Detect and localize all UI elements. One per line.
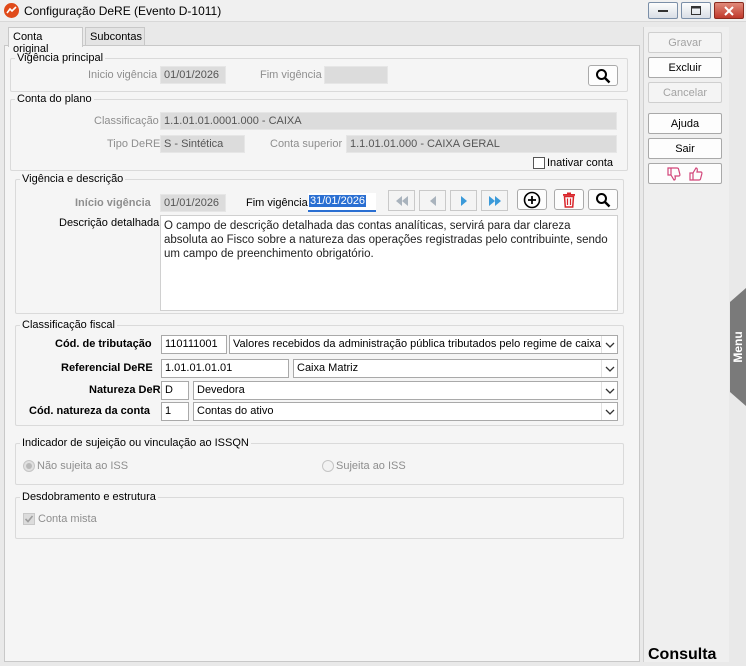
chevron-down-icon — [601, 403, 617, 420]
search-button[interactable] — [588, 65, 618, 86]
feedback-button[interactable] — [648, 163, 722, 184]
inicio-vigencia-label: Inicio vigência — [88, 69, 158, 81]
conta-superior-field: 1.1.01.01.000 - CAIXA GERAL — [346, 135, 617, 153]
classificacao-label: Classificação — [94, 115, 159, 127]
prev-button[interactable] — [419, 190, 446, 211]
ajuda-button[interactable]: Ajuda — [648, 113, 722, 134]
first-icon — [395, 195, 408, 206]
inativar-conta-checkbox[interactable] — [533, 157, 545, 169]
cod-natureza-conta-input[interactable]: 1 — [161, 402, 189, 421]
natureza-dere-label: Natureza DeRE — [89, 384, 168, 396]
classificacao-field: 1.1.01.01.0001.000 - CAIXA — [160, 112, 617, 130]
thumbs-up-icon — [689, 166, 703, 181]
last-icon — [488, 195, 501, 206]
referencial-dere-label: Referencial DeRE — [61, 362, 153, 374]
trash-icon — [563, 192, 575, 208]
inicio-vigencia-desc-field: 01/01/2026 — [160, 194, 226, 212]
title-bar: Configuração DeRE (Evento D-1011) — [0, 0, 746, 22]
inativar-conta-label: Inativar conta — [547, 157, 614, 169]
nao-sujeita-label: Não sujeita ao ISS — [37, 460, 129, 472]
tab-conta-original[interactable]: Conta original — [8, 27, 83, 55]
next-icon — [460, 195, 467, 206]
desdobramento-title: Desdobramento e estrutura — [20, 491, 158, 503]
maximize-button[interactable] — [681, 2, 711, 19]
next-button[interactable] — [450, 190, 477, 211]
delete-button[interactable] — [554, 189, 584, 210]
minimize-button[interactable] — [648, 2, 678, 19]
issqn-title: Indicador de sujeição ou vinculação ao I… — [20, 437, 251, 449]
fim-vigencia-field — [324, 66, 388, 84]
cod-tributacao-label: Cód. de tributação — [55, 338, 152, 350]
cod-tributacao-input[interactable]: 110111001 — [161, 335, 227, 354]
add-icon — [523, 191, 541, 208]
tipo-dere-field: S - Sintética — [160, 135, 245, 153]
close-button[interactable] — [714, 2, 744, 19]
window-title: Configuração DeRE (Evento D-1011) — [24, 4, 222, 18]
tipo-dere-label: Tipo DeRE — [107, 138, 161, 150]
tab-subcontas[interactable]: Subcontas — [85, 27, 145, 46]
chevron-down-icon — [601, 382, 617, 399]
search-desc-button[interactable] — [588, 189, 618, 210]
nao-sujeita-radio[interactable] — [23, 460, 35, 472]
fim-vigencia-desc-input[interactable]: 31/01/2026 — [308, 193, 376, 212]
first-button[interactable] — [388, 190, 415, 211]
cod-natureza-conta-desc: Contas do ativo — [197, 405, 274, 417]
chevron-down-icon — [601, 360, 617, 377]
descricao-detalhada-textarea[interactable]: O campo de descrição detalhada das conta… — [160, 215, 618, 311]
menu-tab[interactable]: Menu — [730, 288, 746, 406]
app-icon — [4, 3, 19, 18]
fim-vigencia-desc-label: Fim vigência — [246, 197, 308, 209]
cod-natureza-conta-combo[interactable]: Contas do ativo — [193, 402, 618, 421]
natureza-dere-desc: Devedora — [197, 384, 245, 396]
chevron-down-icon — [601, 336, 617, 353]
cod-tributacao-desc: Valores recebidos da administração públi… — [233, 338, 601, 350]
referencial-dere-input[interactable]: 1.01.01.01.01 — [161, 359, 289, 378]
last-button[interactable] — [481, 190, 508, 211]
referencial-dere-combo[interactable]: Caixa Matriz — [293, 359, 618, 378]
cod-natureza-conta-label: Cód. natureza da conta — [29, 405, 151, 417]
desdobramento-group — [15, 497, 624, 539]
sujeita-radio[interactable] — [322, 460, 334, 472]
vigencia-descricao-title: Vigência e descrição — [20, 173, 126, 185]
descricao-detalhada-label: Descrição detalhada — [59, 217, 160, 229]
sair-button[interactable]: Sair — [648, 138, 722, 159]
natureza-dere-combo[interactable]: Devedora — [193, 381, 618, 400]
gravar-button[interactable]: Gravar — [648, 32, 722, 53]
cancelar-button[interactable]: Cancelar — [648, 82, 722, 103]
natureza-dere-input[interactable]: D — [161, 381, 189, 400]
classificacao-fiscal-title: Classificação fiscal — [20, 319, 117, 331]
conta-superior-label: Conta superior — [270, 138, 343, 150]
sujeita-label: Sujeita ao ISS — [336, 460, 406, 472]
inicio-vigencia-desc-label: Início vigência — [75, 197, 151, 209]
search-icon — [596, 68, 611, 83]
conta-mista-label: Conta mista — [38, 513, 97, 525]
excluir-button[interactable]: Excluir — [648, 57, 722, 78]
menu-tab-label: Menu — [731, 331, 745, 363]
thumbs-down-icon — [667, 166, 681, 181]
search-icon — [596, 192, 611, 207]
referencial-dere-desc: Caixa Matriz — [297, 362, 359, 374]
prev-icon — [429, 195, 436, 206]
inicio-vigencia-field: 01/01/2026 — [160, 66, 226, 84]
fim-vigencia-label: Fim vigência — [260, 69, 322, 81]
add-button[interactable] — [517, 189, 547, 210]
mode-label: Consulta — [648, 646, 717, 663]
conta-mista-checkbox[interactable] — [23, 513, 35, 525]
cod-tributacao-combo[interactable]: Valores recebidos da administração públi… — [229, 335, 618, 354]
conta-plano-title: Conta do plano — [15, 93, 94, 105]
